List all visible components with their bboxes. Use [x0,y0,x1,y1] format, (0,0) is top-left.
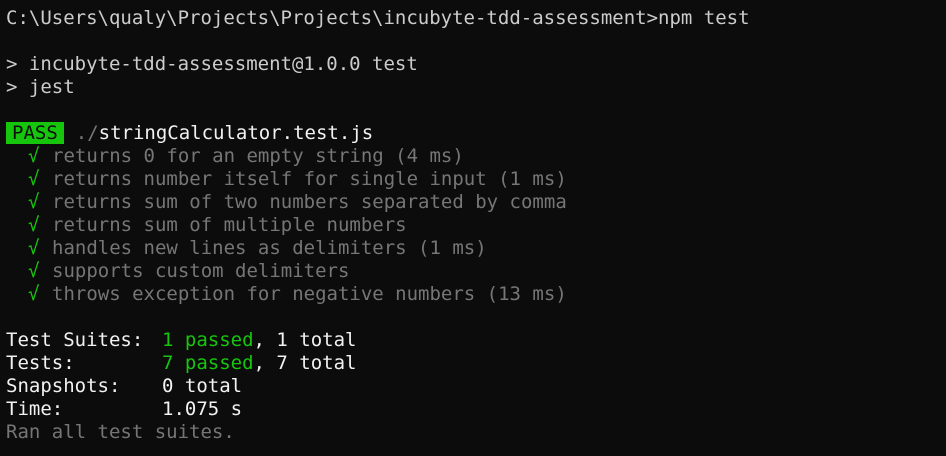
test-case-name: returns sum of multiple numbers [52,214,407,236]
summary-test-suites: Test Suites: 1 passed, 1 total [6,329,942,352]
test-case-name: returns sum of two numbers separated by … [52,191,567,213]
summary-tests: Tests: 7 passed, 7 total [6,352,942,375]
pass-badge: PASS [6,122,64,144]
summary-total: , 1 total [253,329,357,351]
summary-value: 0 total [162,375,243,397]
npm-script-line: > jest [6,76,75,98]
checkmark-icon: √ [28,168,40,190]
ran-all-footer: Ran all test suites. [6,421,235,443]
summary-label: Snapshots: [6,375,121,397]
test-case-name: returns number itself for single input (… [52,168,567,190]
summary-label: Time: [6,398,64,420]
summary-passed: 1 passed [162,329,254,351]
summary-time: Time: 1.075 s [6,398,942,421]
test-case-line: √ handles new lines as delimiters (1 ms) [6,237,942,260]
test-case-line: √ returns sum of multiple numbers [6,214,942,237]
checkmark-icon: √ [28,260,40,282]
npm-script-line: > incubyte-tdd-assessment@1.0.0 test [6,53,418,75]
checkmark-icon: √ [28,237,40,259]
summary-snapshots: Snapshots: 0 total [6,375,942,398]
checkmark-icon: √ [28,214,40,236]
test-case-name: throws exception for negative numbers (1… [52,283,567,305]
checkmark-icon: √ [28,145,40,167]
summary-passed: 7 passed [162,352,254,374]
test-case-line: √ returns sum of two numbers separated by… [6,191,942,214]
test-file-result: PASS ./stringCalculator.test.js [6,122,942,145]
summary-value: 1.075 s [162,398,243,420]
test-case-line: √ returns number itself for single input … [6,168,942,191]
checkmark-icon: √ [28,191,40,213]
test-file-dir: ./ [75,122,99,144]
test-case-name: returns 0 for an empty string (4 ms) [52,145,464,167]
summary-total: , 7 total [253,352,357,374]
test-file-name: stringCalculator.test.js [98,122,374,144]
test-case-name: supports custom delimiters [52,260,350,282]
terminal-window[interactable]: C:\Users\qualy\Projects\Projects\incubyt… [6,7,942,444]
summary-label: Test Suites: [6,329,144,351]
command-prompt-line: C:\Users\qualy\Projects\Projects\incubyt… [6,7,750,29]
test-case-name: handles new lines as delimiters (1 ms) [52,237,487,259]
test-case-line: √ supports custom delimiters [6,260,942,283]
summary-label: Tests: [6,352,75,374]
test-case-line: √ throws exception for negative numbers (… [6,283,942,306]
checkmark-icon: √ [28,283,40,305]
test-case-line: √ returns 0 for an empty string (4 ms) [6,145,942,168]
